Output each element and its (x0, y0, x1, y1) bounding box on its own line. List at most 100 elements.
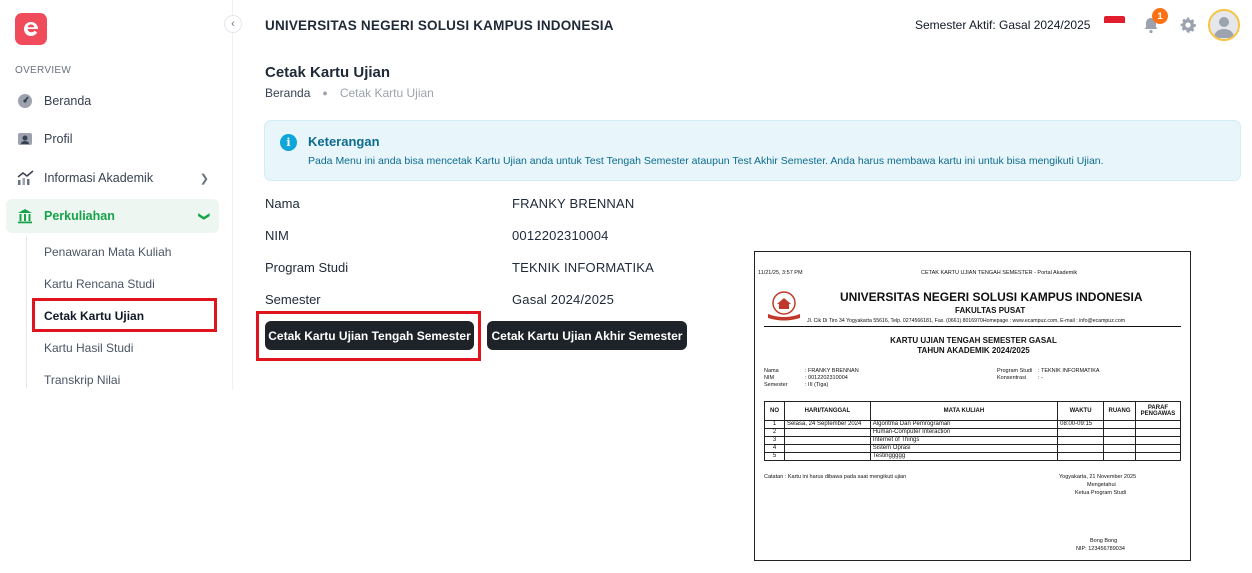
preview-semester-label: Semester (764, 382, 788, 388)
breadcrumb-separator: ● (322, 88, 328, 98)
table-row: 1 Selasa, 24 September 2024 Algoritma Da… (764, 420, 1182, 429)
table-cell (1103, 444, 1136, 453)
print-uas-card-button[interactable]: Cetak Kartu Ujian Akhir Semester (487, 321, 687, 350)
table-cell (1134, 436, 1182, 445)
table-cell (783, 428, 871, 437)
preview-exam-table: NO HARI/TANGGAL MATA KULIAH WAKTU RUANG … (764, 401, 1182, 461)
table-cell: Human-Computer Interaction (869, 428, 1059, 437)
exam-card-print-preview: 11/21/25, 3:57 PM CETAK KARTU UJIAN TENG… (754, 251, 1191, 561)
table-cell (1103, 452, 1136, 461)
student-nim-label: NIM (265, 228, 289, 243)
sidebar-collapse-button[interactable]: ‹ (224, 15, 242, 33)
highlight-box-sidebar (32, 298, 217, 332)
preview-col-waktu: WAKTU (1057, 401, 1105, 421)
preview-heading-2: TAHUN AKADEMIK 2024/2025 (917, 346, 1030, 355)
preview-university-name: UNIVERSITAS NEGERI SOLUSI KAMPUS INDONES… (840, 290, 1143, 304)
table-cell (783, 452, 871, 461)
app-logo[interactable] (15, 13, 47, 45)
preview-header-divider (764, 326, 1181, 327)
table-cell: 08:00-09:15 (1057, 420, 1105, 429)
preview-page-title: CETAK KARTU UJIAN TENGAH SEMESTER - Port… (921, 270, 1078, 276)
table-cell: 4 (764, 444, 785, 453)
header-title: UNIVERSITAS NEGERI SOLUSI KAMPUS INDONES… (265, 18, 614, 33)
table-cell (1057, 436, 1105, 445)
table-row: 4 Sistem Oprasi (764, 444, 1182, 453)
student-prodi-label: Program Studi (265, 260, 349, 275)
page-title: Cetak Kartu Ujian (265, 64, 391, 81)
student-semester-label: Semester (265, 292, 321, 307)
alert-message: Pada Menu ini anda bisa mencetak Kartu U… (308, 155, 1104, 167)
chevron-down-icon: ❯ (197, 211, 210, 221)
preview-col-ruang: RUANG (1103, 401, 1136, 421)
preview-col-paraf: PARAF PENGAWAS (1134, 401, 1182, 421)
profile-card-icon (16, 130, 34, 148)
preview-col-hari-tanggal: HARI/TANGGAL (783, 401, 871, 421)
highlight-box-uts-button (256, 311, 481, 361)
table-cell (1057, 428, 1105, 437)
preview-nama-value: : FRANKY BRENNAN (805, 368, 859, 374)
info-alert: i Keterangan Pada Menu ini anda bisa men… (264, 120, 1241, 181)
student-prodi-value: TEKNIK INFORMATIKA (512, 260, 655, 275)
logo-e-icon (24, 22, 38, 36)
table-row: 3 Internet of Things (764, 436, 1182, 445)
sidebar-item-label: Beranda (44, 94, 92, 108)
chevron-left-icon: ‹ (231, 18, 235, 30)
table-cell: 3 (764, 436, 785, 445)
preview-place-date: Yogyakarta, 21 November 2025 (1059, 474, 1137, 480)
preview-konsentrasi-label: Konsentrasi (997, 375, 1027, 381)
table-row: 5 Testinggggg (764, 452, 1182, 461)
student-name-value: FRANKY BRENNAN (512, 196, 635, 211)
table-cell: 2 (764, 428, 785, 437)
preview-catatan: Catatan : Kartu ini harus dibawa pada sa… (764, 474, 907, 480)
sidebar-item-beranda[interactable]: Beranda (6, 84, 219, 118)
table-cell (1134, 428, 1182, 437)
table-cell: Internet of Things (869, 436, 1059, 445)
student-nim-value: 0012202310004 (512, 228, 609, 243)
sidebar-item-label: Profil (44, 132, 73, 146)
preview-nim-value: : 0012202310004 (805, 375, 848, 381)
user-avatar-icon (1210, 11, 1238, 39)
alert-title: Keterangan (308, 134, 380, 149)
language-flag-icon[interactable] (1104, 16, 1125, 30)
table-cell (1057, 444, 1105, 453)
student-name-label: Nama (265, 196, 300, 211)
submenu-item-penawaran-mata-kuliah[interactable]: Penawaran Mata Kuliah (44, 245, 171, 259)
table-cell (1057, 452, 1105, 461)
sidebar-item-profil[interactable]: Profil (6, 122, 219, 156)
breadcrumb-home-link[interactable]: Beranda (265, 86, 310, 100)
submenu-guide-line (26, 236, 27, 388)
table-cell: Selasa, 24 September 2024 (783, 420, 871, 429)
table-cell (783, 444, 871, 453)
sidebar-item-informasi-akademik[interactable]: Informasi Akademik ❯ (6, 161, 219, 195)
university-building-icon (16, 207, 34, 225)
sidebar-item-perkuliahan[interactable]: Perkuliahan ❯ (6, 199, 219, 233)
table-cell: 5 (764, 452, 785, 461)
preview-heading-1: KARTU UJIAN TENGAH SEMESTER GASAL (890, 336, 1057, 345)
table-cell: Testinggggg (869, 452, 1059, 461)
chart-icon (16, 169, 34, 187)
active-semester-label: Semester Aktif: Gasal 2024/2025 (915, 18, 1091, 32)
sidebar-item-label: Informasi Akademik (44, 171, 154, 185)
submenu-item-kartu-rencana-studi[interactable]: Kartu Rencana Studi (44, 277, 155, 291)
table-cell (1134, 420, 1182, 429)
table-cell: Sistem Oprasi (869, 444, 1059, 453)
table-cell: Algoritma Dan Pemrograman (869, 420, 1059, 429)
preview-faculty: FAKULTAS PUSAT (955, 306, 1026, 315)
preview-prodi-label: Program Studi (997, 368, 1033, 374)
submenu-item-transkrip-nilai[interactable]: Transkrip Nilai (44, 373, 120, 387)
gear-icon[interactable] (1179, 16, 1197, 34)
breadcrumb-current: Cetak Kartu Ujian (339, 86, 434, 100)
table-cell (1103, 436, 1136, 445)
preview-timestamp: 11/21/25, 3:57 PM (758, 270, 803, 276)
table-row: 2 Human-Computer Interaction (764, 428, 1182, 437)
preview-signer-nip: NIP: 123456789034 (1076, 546, 1125, 552)
notification-count-badge: 1 (1152, 8, 1168, 24)
user-avatar[interactable] (1208, 9, 1240, 41)
preview-konsentrasi-value: : - (1038, 375, 1043, 381)
submenu-item-kartu-hasil-studi[interactable]: Kartu Hasil Studi (44, 341, 133, 355)
chevron-right-icon: ❯ (199, 172, 209, 185)
preview-table-header-row: NO HARI/TANGGAL MATA KULIAH WAKTU RUANG … (764, 401, 1182, 421)
preview-prodi-value: : TEKNIK INFORMATIKA (1038, 368, 1100, 374)
preview-address: Jl. Cik Di Tiro 34 Yogyakarta 55616, Tel… (807, 318, 1126, 324)
table-cell (1103, 428, 1136, 437)
